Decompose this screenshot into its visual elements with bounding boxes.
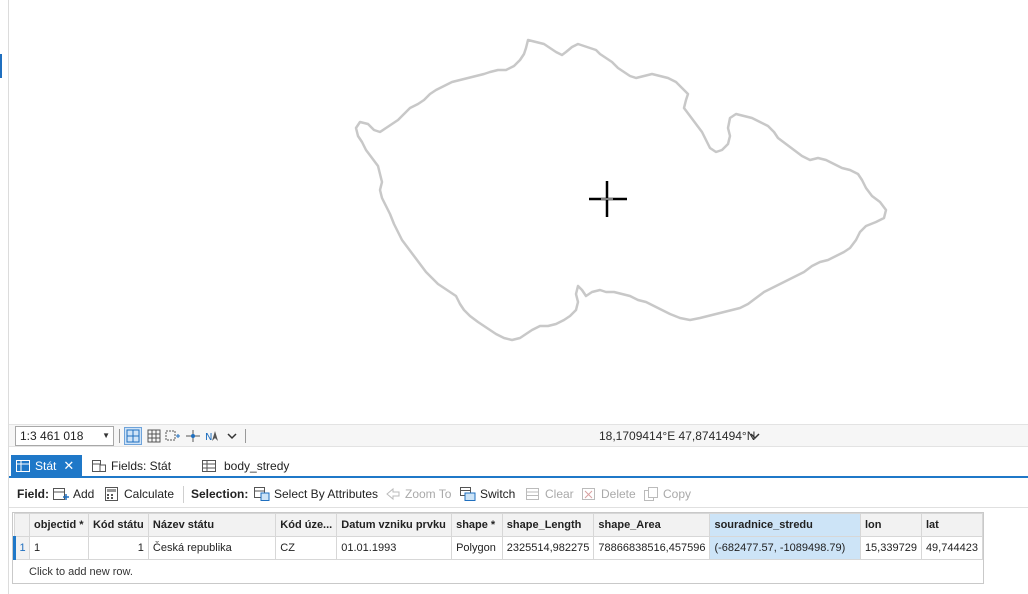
cell-shape-area[interactable]: 78866838516,457596 <box>593 536 711 560</box>
left-dock-strip <box>0 0 9 594</box>
column-header-shape-area[interactable]: shape_Area <box>593 513 711 537</box>
switch-selection-button[interactable]: Switch <box>460 480 515 508</box>
add-label: Add <box>73 487 95 501</box>
country-outline <box>354 38 888 342</box>
add-new-row[interactable]: Click to add new row. <box>29 561 133 583</box>
clear-selection-button[interactable]: Clear <box>525 480 574 508</box>
clear-label: Clear <box>545 487 574 501</box>
cell-souradnice-stredu[interactable]: (-682477.57, -1089498.79) <box>709 536 861 560</box>
copy-label: Copy <box>663 487 692 501</box>
select-by-attributes-label: Select By Attributes <box>274 487 379 501</box>
tab-fields-stat[interactable]: Fields: Stát <box>87 455 187 476</box>
dropdown-arrow-icon[interactable]: ▼ <box>102 427 110 445</box>
cell-objectid[interactable]: 1 <box>29 536 89 560</box>
attribute-grid: objectid * Kód státu Název státu Kód úze… <box>12 513 984 560</box>
svg-text:N: N <box>205 432 212 443</box>
add-field-icon <box>53 487 69 501</box>
add-field-button[interactable]: Add <box>53 480 94 508</box>
column-header-lat[interactable]: lat <box>920 513 984 537</box>
switch-selection-icon <box>460 487 476 501</box>
status-separator <box>119 429 120 443</box>
zoom-to-button[interactable]: Zoom To <box>385 480 451 508</box>
scale-selector[interactable]: 1:3 461 018 ▼ <box>15 426 114 446</box>
delete-icon <box>581 487 597 501</box>
column-header-shape[interactable]: shape * <box>451 513 503 537</box>
map-status-bar: 1:3 461 018 ▼ N 18,1709414°E 47,8741494°… <box>9 424 1028 447</box>
toolbar-separator <box>183 486 184 503</box>
clear-selection-icon <box>525 487 541 501</box>
cell-lon[interactable]: 15,339729 <box>859 536 922 560</box>
copy-selection-button[interactable]: Copy <box>643 480 691 508</box>
chevron-down-icon[interactable] <box>223 427 241 445</box>
column-header-datum-vzniku[interactable]: Datum vzniku prvku <box>336 513 453 537</box>
attribute-tabs: Stát ✕ Fields: Stát body_stredy <box>9 455 1028 478</box>
map-canvas[interactable] <box>0 0 1028 424</box>
tab-label: Stát <box>35 458 57 473</box>
column-header-souradnice-stredu[interactable]: souradnice_stredu <box>709 513 861 537</box>
column-header-shape-length[interactable]: shape_Length <box>501 513 595 537</box>
table-row[interactable]: 1 1 1 Česká republika CZ 01.01.1993 Poly… <box>12 536 984 560</box>
column-header-lon[interactable]: lon <box>859 513 922 537</box>
column-header-nazev-statu[interactable]: Název státu <box>147 513 277 537</box>
scale-value: 1:3 461 018 <box>20 429 84 443</box>
select-by-attributes-icon <box>254 487 270 501</box>
cell-nazev-statu[interactable]: Česká republika <box>147 536 277 560</box>
calculate-button[interactable]: Calculate <box>104 480 174 508</box>
cell-shape-length[interactable]: 2325514,982275 <box>501 536 595 560</box>
crosshair-cursor-icon <box>589 181 627 217</box>
field-section-label: Field: <box>17 487 49 501</box>
table-header-row: objectid * Kód státu Název státu Kód úze… <box>13 513 984 537</box>
cell-shape[interactable]: Polygon <box>451 536 503 560</box>
status-separator <box>245 429 246 443</box>
zoom-to-label: Zoom To <box>405 487 452 501</box>
tab-label: Fields: Stát <box>111 458 172 473</box>
cell-kod-uzemi[interactable]: CZ <box>275 536 338 560</box>
attribute-table: objectid * Kód státu Název státu Kód úze… <box>12 512 984 584</box>
column-header-kod-statu[interactable]: Kód státu <box>87 513 149 537</box>
cell-kod-statu[interactable]: 1 <box>87 536 149 560</box>
column-header-objectid[interactable]: objectid * <box>29 513 89 537</box>
row-number[interactable]: 1 <box>12 536 31 560</box>
snapping-icon[interactable] <box>184 427 202 445</box>
select-by-attributes-button[interactable]: Select By Attributes <box>254 480 378 508</box>
tab-stat[interactable]: Stát ✕ <box>11 455 82 476</box>
calculate-label: Calculate <box>124 487 175 501</box>
left-dock-marker[interactable] <box>0 54 2 78</box>
switch-label: Switch <box>480 487 516 501</box>
coordinate-readout: 18,1709414°E 47,8741494°N <box>599 429 756 443</box>
table-toolbar: Field: Add Calculate Selection: Select B… <box>9 480 1028 508</box>
table-icon <box>16 459 30 472</box>
selection-section-label: Selection: <box>191 487 249 501</box>
chevron-down-icon[interactable] <box>749 425 761 450</box>
tab-body-stredy[interactable]: body_stredy <box>197 455 317 476</box>
close-icon[interactable]: ✕ <box>63 459 74 472</box>
tab-label: body_stredy <box>224 458 290 473</box>
zoom-to-icon <box>385 487 401 501</box>
row-selector-header[interactable] <box>13 513 31 537</box>
map-view[interactable] <box>0 0 1028 424</box>
north-arrow-icon[interactable]: N <box>204 427 222 445</box>
fields-icon <box>92 459 106 472</box>
cell-datum-vzniku[interactable]: 01.01.1993 <box>336 536 453 560</box>
copy-icon <box>643 487 659 501</box>
column-header-kod-uzemi[interactable]: Kód úze... <box>275 513 338 537</box>
delete-label: Delete <box>601 487 636 501</box>
fixed-zoom-icon[interactable] <box>124 427 142 445</box>
table-icon <box>202 459 216 472</box>
calculator-icon <box>104 487 120 501</box>
delete-selection-button[interactable]: Delete <box>581 480 636 508</box>
cell-lat[interactable]: 49,744423 <box>920 536 984 560</box>
grid-icon[interactable] <box>145 427 163 445</box>
snapping-grid-icon[interactable] <box>164 427 182 445</box>
